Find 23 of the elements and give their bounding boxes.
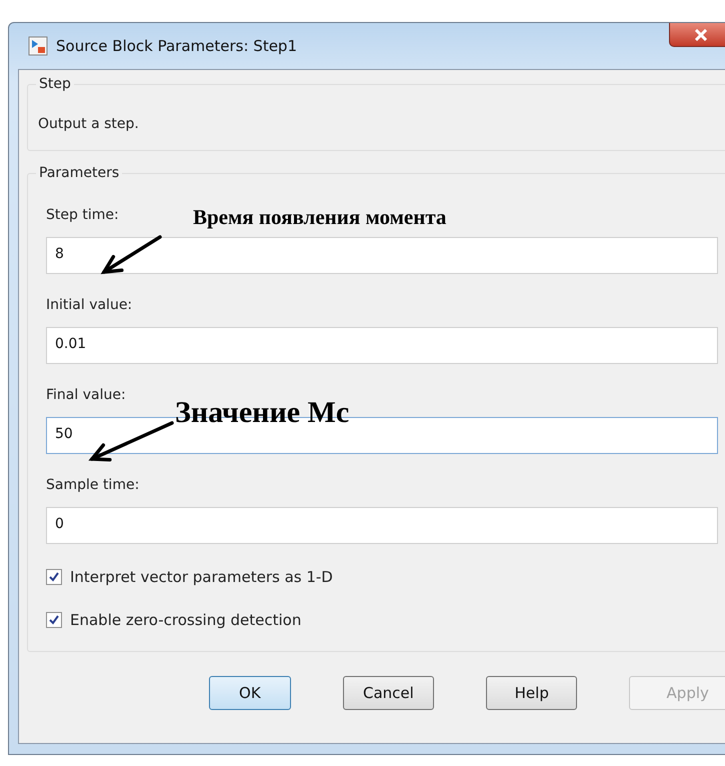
input-field[interactable]: 8	[46, 237, 718, 274]
block-description: Output a step.	[38, 115, 140, 134]
close-icon	[694, 28, 708, 40]
field-label: Sample time:	[46, 477, 140, 493]
dialog-button[interactable]: Help	[486, 676, 578, 710]
checkbox-label: Enable zero-crossing detection	[70, 611, 302, 629]
close-button[interactable]	[669, 23, 725, 47]
checkbox-label: Interpret vector parameters as 1-D	[70, 568, 333, 586]
dialog-button[interactable]: OK	[209, 676, 291, 710]
field-label: Initial value:	[46, 297, 132, 313]
field-label: Final value:	[46, 387, 126, 403]
field-label: Step time:	[46, 207, 119, 223]
block-icon	[28, 36, 48, 56]
group-title: Step	[38, 76, 72, 92]
checkbox[interactable]	[46, 569, 62, 585]
group-title: Parameters	[38, 165, 120, 181]
window-title: Source Block Parameters: Step1	[56, 37, 297, 55]
dialog-button[interactable]: Cancel	[342, 676, 434, 710]
annotation-text: Время появления момента	[193, 205, 446, 230]
arrow	[100, 235, 162, 274]
checkbox[interactable]	[46, 612, 62, 628]
input-field[interactable]: 0	[46, 507, 718, 544]
input-field[interactable]: 0.01	[46, 327, 718, 364]
